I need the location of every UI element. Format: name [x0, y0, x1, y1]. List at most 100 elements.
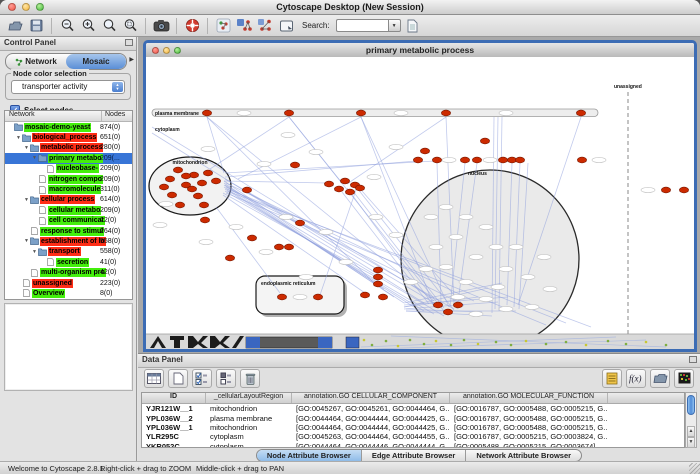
network-node[interactable]: [413, 157, 422, 163]
network-node[interactable]: [199, 202, 208, 208]
tree-row[interactable]: nitrogen compo209(0): [5, 174, 132, 184]
network-tree[interactable]: Network Nodes mosaic-demo-yeast874(0)▼bi…: [4, 110, 133, 300]
save-session-button[interactable]: [27, 17, 45, 35]
tab-edge-attribute-browser[interactable]: Edge Attribute Browser: [362, 450, 466, 461]
tree-row[interactable]: nucleobase-209(0): [5, 164, 132, 174]
index-search-button[interactable]: [404, 17, 422, 35]
network-node[interactable]: [277, 294, 286, 300]
float-panel-icon[interactable]: [125, 39, 133, 46]
network-node[interactable]: [167, 192, 176, 198]
new-attribute-button[interactable]: [168, 369, 188, 388]
network-node[interactable]: [355, 185, 364, 191]
network-node[interactable]: [284, 110, 293, 116]
frame-minimize-button[interactable]: [163, 47, 170, 54]
network-node[interactable]: [225, 255, 234, 261]
tree-row[interactable]: secretion41(0): [5, 257, 132, 267]
tab-network[interactable]: Network: [6, 54, 66, 69]
network-node[interactable]: [661, 187, 670, 193]
network-node[interactable]: [373, 274, 382, 280]
network-node[interactable]: [433, 302, 442, 308]
attribute-select-all-button[interactable]: [192, 369, 212, 388]
heatmap-button[interactable]: [674, 369, 694, 388]
network-node[interactable]: [274, 244, 283, 250]
tree-row[interactable]: macromolecule311(0): [5, 184, 132, 194]
close-button[interactable]: [8, 3, 16, 11]
network-node[interactable]: [334, 186, 343, 192]
resize-grip[interactable]: [689, 463, 700, 474]
tree-row[interactable]: ▼transport558(0): [5, 247, 132, 257]
zoom-in-button[interactable]: [79, 17, 97, 35]
tree-row[interactable]: response to stimul264(0): [5, 226, 132, 236]
tree-row[interactable]: ▼primary metabo209(...: [5, 153, 132, 163]
nucleus-region[interactable]: [401, 170, 579, 348]
col-id[interactable]: ID: [142, 393, 206, 403]
network-node[interactable]: [373, 281, 382, 287]
network-node[interactable]: [515, 157, 524, 163]
table-row[interactable]: YPL036W__2plasma membrane[GO:0044464, GO…: [142, 413, 684, 422]
network-node[interactable]: [313, 294, 322, 300]
network-node[interactable]: [577, 157, 586, 163]
network-node[interactable]: [373, 267, 382, 273]
network-node[interactable]: [356, 110, 365, 116]
network-node[interactable]: [203, 170, 212, 176]
tab-mosaic[interactable]: Mosaic: [66, 54, 126, 69]
network-view-frame[interactable]: primary metabolic process plasma me: [143, 40, 697, 352]
minimize-button[interactable]: [22, 3, 30, 11]
tree-row[interactable]: multi-organism pro42(0): [5, 267, 132, 277]
window-titlebar[interactable]: Cytoscape Desktop (New Session): [0, 0, 700, 15]
delete-attribute-button[interactable]: [240, 369, 260, 388]
scrollbar-thumb[interactable]: [687, 395, 695, 415]
node-color-dropdown[interactable]: transporter activity ▲▼: [11, 80, 125, 94]
network-node[interactable]: [345, 189, 354, 195]
network-node[interactable]: [242, 187, 251, 193]
zoom-fit-button[interactable]: [121, 17, 139, 35]
tree-row[interactable]: ▼biological_process651(0): [5, 132, 132, 142]
function-builder-button[interactable]: f(x): [626, 369, 646, 388]
network-node[interactable]: [340, 178, 349, 184]
tree-header-network[interactable]: Network: [5, 111, 102, 121]
tree-row[interactable]: ▼establishment of lo558(0): [5, 236, 132, 246]
zoom-out-button[interactable]: [58, 17, 76, 35]
table-row[interactable]: YJR121W__1mitochondrion[GO:0045267, GO:0…: [142, 404, 684, 413]
frame-close-button[interactable]: [152, 47, 159, 54]
network-node[interactable]: [378, 294, 387, 300]
network-node[interactable]: [193, 193, 202, 199]
network-node[interactable]: [324, 181, 333, 187]
table-row[interactable]: YLR295Ccytoplasm[GO:0045263, GO:0044464,…: [142, 432, 684, 441]
help-button[interactable]: [183, 17, 201, 35]
network-node[interactable]: [247, 235, 256, 241]
network-node[interactable]: [679, 187, 688, 193]
tree-row[interactable]: ▼cellular process614(0): [5, 195, 132, 205]
tree-row[interactable]: ▼metabolic process280(0): [5, 143, 132, 153]
scroll-down-button[interactable]: ▼: [687, 437, 695, 448]
birdseye-view-panel[interactable]: [4, 303, 133, 391]
network-node[interactable]: [284, 244, 293, 250]
frame-zoom-button[interactable]: [174, 47, 181, 54]
tree-row[interactable]: Overview8(0): [5, 288, 132, 298]
tree-row[interactable]: mosaic-demo-yeast874(0): [5, 122, 132, 132]
table-row[interactable]: YPL036W__1mitochondrion[GO:0044464, GO:0…: [142, 423, 684, 432]
network-node[interactable]: [420, 148, 429, 154]
network-node[interactable]: [290, 162, 299, 168]
network-node[interactable]: [472, 157, 481, 163]
network-node[interactable]: [165, 176, 174, 182]
network-node[interactable]: [175, 202, 184, 208]
network-node[interactable]: [159, 184, 168, 190]
attribute-unselect-button[interactable]: [216, 369, 236, 388]
network-tool-button-1[interactable]: [214, 17, 232, 35]
tree-header-nodes[interactable]: Nodes: [102, 111, 125, 121]
tab-overflow-button[interactable]: ▶: [129, 56, 134, 63]
col-cellular-component[interactable]: annotation.GO CELLULAR_COMPONENT: [292, 393, 450, 403]
network-node[interactable]: [202, 110, 211, 116]
table-row[interactable]: YKR052Ccytoplasm[GO:0044464, GO:0044446,…: [142, 442, 684, 448]
tree-row[interactable]: unassigned223(0): [5, 278, 132, 288]
plasma-membrane-region[interactable]: [152, 109, 598, 117]
search-input[interactable]: [336, 19, 388, 32]
network-node[interactable]: [443, 309, 452, 315]
network-node[interactable]: [211, 178, 220, 184]
tab-network-attribute-browser[interactable]: Network Attribute Browser: [466, 450, 581, 461]
network-node[interactable]: [173, 167, 182, 173]
network-node[interactable]: [432, 157, 441, 163]
scroll-up-button[interactable]: ▲: [687, 426, 695, 437]
network-node[interactable]: [453, 302, 462, 308]
